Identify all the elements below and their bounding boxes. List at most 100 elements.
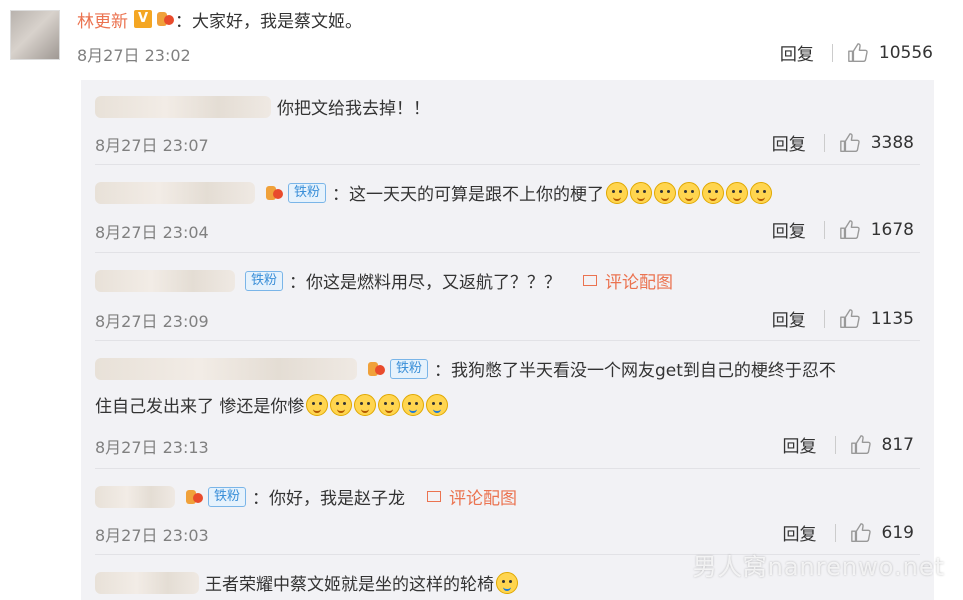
reply-reply-button[interactable]: 回复	[772, 130, 806, 155]
image-icon	[583, 275, 598, 286]
reply-line: 铁粉 ： 你好，我是赵子龙 评论配图	[95, 484, 517, 509]
reply-actions: 回复 817	[783, 432, 914, 458]
post-actions: 回复 10556	[780, 40, 933, 66]
reply-reply-button[interactable]: 回复	[783, 432, 817, 457]
reply-time: 8月27日 23:13	[95, 438, 209, 457]
reply-like-button[interactable]: 817	[850, 434, 914, 456]
reply-like-count: 817	[881, 434, 914, 455]
post-separator: ：	[175, 11, 192, 32]
reply-separator: ：	[289, 273, 307, 293]
author-name[interactable]: 林更新	[77, 7, 128, 32]
reply-time: 8月27日 23:07	[95, 136, 209, 155]
reply-line: 你把文给我去掉！！	[95, 94, 430, 119]
action-divider	[823, 133, 825, 152]
reply-text: 你这是燃料用尽，又返航了？？？	[306, 273, 562, 293]
emoji-icon	[606, 181, 629, 204]
thumbs-up-icon	[850, 522, 871, 542]
blurred-username[interactable]	[95, 181, 255, 204]
post-time: 8月27日 23:02	[77, 46, 191, 65]
author-avatar[interactable]	[10, 10, 60, 60]
comment-image-label: 评论配图	[449, 489, 518, 509]
reply-divider	[95, 340, 920, 341]
reply-line: 铁粉 ： 我狗憋了半天看没一个网友get到自己的梗终于忍不	[95, 356, 836, 381]
reply-divider	[95, 468, 920, 469]
reply-like-button[interactable]: 619	[850, 522, 914, 544]
crying-emoji-icon	[496, 571, 518, 594]
reply-like-count: 619	[881, 522, 914, 543]
reply-like-button[interactable]: 3388	[839, 132, 914, 154]
action-divider	[834, 523, 836, 542]
reply-actions: 回复 3388	[772, 130, 914, 156]
reply-reply-button[interactable]: 回复	[783, 520, 817, 545]
reply-divider	[95, 252, 920, 253]
watermark: 男人窝nanrenwo.net	[692, 553, 945, 581]
reply-text-line1: 我狗憋了半天看没一个网友get到自己的梗终于忍不	[451, 361, 836, 381]
fan-badge: 铁粉	[390, 358, 429, 379]
emoji-icon	[726, 181, 749, 204]
reply-like-count: 3388	[870, 132, 914, 153]
verified-badge-icon: V	[134, 10, 152, 28]
reply-actions: 回复 1135	[772, 306, 914, 332]
comment-image-link[interactable]: 评论配图	[583, 268, 673, 293]
post-text: 大家好，我是蔡文姬。	[192, 11, 362, 32]
member-medal-icon	[155, 9, 175, 29]
fan-badge: 铁粉	[208, 486, 247, 507]
reply-time: 8月27日 23:09	[95, 312, 209, 331]
emoji-icon	[678, 181, 701, 204]
post-like-button[interactable]: 10556	[847, 42, 933, 64]
emoji-icon	[330, 393, 353, 416]
reply-actions: 回复 619	[783, 520, 914, 546]
emoji-icon	[306, 393, 329, 416]
action-divider	[823, 309, 825, 328]
crying-emoji-icon	[402, 393, 425, 416]
emoji-icon	[630, 181, 653, 204]
reply-like-count: 1135	[870, 308, 914, 329]
reply-text: 你把文给我去掉！！	[277, 99, 430, 119]
reply-like-button[interactable]: 1135	[839, 308, 914, 330]
reply-separator: ：	[434, 361, 452, 381]
reply-line: 铁粉 ： 你这是燃料用尽，又返航了？？？ 评论配图	[95, 268, 673, 293]
reply-text: 你好，我是赵子龙	[269, 489, 406, 509]
blurred-username[interactable]	[95, 357, 357, 380]
blurred-username[interactable]	[95, 485, 175, 508]
thumbs-up-icon	[850, 434, 871, 454]
emoji-icon	[378, 393, 401, 416]
replies-panel: 你把文给我去掉！！ 8月27日 23:07 回复 3388 铁粉 ： 这一天天的…	[81, 80, 934, 600]
blurred-username[interactable]	[95, 571, 199, 594]
thumbs-up-icon	[839, 132, 860, 152]
comment-image-label: 评论配图	[605, 273, 674, 293]
blurred-username[interactable]	[95, 95, 271, 118]
post-header: 林更新 V ： 大家好，我是蔡文姬。	[77, 6, 362, 32]
reply-text: 王者荣耀中蔡文姬就是坐的这样的轮椅	[205, 575, 494, 595]
comment-image-link[interactable]: 评论配图	[427, 484, 517, 509]
thumbs-up-icon	[839, 308, 860, 328]
blurred-username[interactable]	[95, 269, 235, 292]
member-medal-icon	[366, 359, 386, 379]
reply-reply-button[interactable]: 回复	[772, 306, 806, 331]
reply-time: 8月27日 23:03	[95, 526, 209, 545]
action-divider	[834, 435, 836, 454]
reply-separator: ：	[252, 489, 270, 509]
member-medal-icon	[264, 183, 284, 203]
thumbs-up-icon	[848, 42, 868, 62]
emoji-icon	[354, 393, 377, 416]
action-divider	[823, 220, 825, 239]
reply-line-2: 住自己发出来了 惨还是你惨	[95, 392, 449, 417]
emoji-icon	[750, 181, 773, 204]
reply-like-button[interactable]: 1678	[839, 219, 914, 241]
reply-like-count: 1678	[870, 219, 914, 240]
post-reply-button[interactable]: 回复	[780, 40, 814, 65]
reply-reply-button[interactable]: 回复	[772, 217, 806, 242]
post-like-count: 10556	[878, 42, 933, 63]
reply-line: 铁粉 ： 这一天天的可算是跟不上你的梗了	[95, 180, 773, 205]
member-medal-icon	[184, 487, 204, 507]
reply-text-line2: 住自己发出来了 惨还是你惨	[95, 397, 305, 417]
reply-divider	[95, 164, 920, 165]
crying-emoji-icon	[426, 393, 449, 416]
action-divider	[831, 43, 833, 62]
reply-time: 8月27日 23:04	[95, 223, 209, 242]
emoji-icon	[702, 181, 725, 204]
thumbs-up-icon	[839, 219, 860, 239]
fan-badge: 铁粉	[245, 270, 284, 291]
reply-separator: ：	[332, 185, 350, 205]
